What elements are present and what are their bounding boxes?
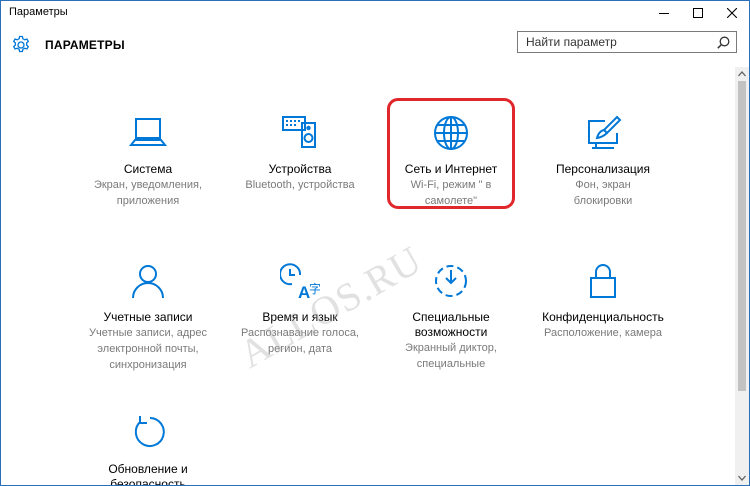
tile-desc-line: Bluetooth, устройства (245, 179, 355, 191)
search-box[interactable] (517, 31, 737, 53)
scroll-down-icon[interactable] (735, 471, 749, 485)
vertical-scrollbar[interactable] (735, 67, 749, 485)
tile-accounts[interactable]: Учетные записи Учетные записи, адрес эле… (73, 261, 223, 373)
settings-header: ПАРАМЕТРЫ (1, 25, 749, 67)
tile-desc-line: Экранный диктор, (405, 342, 497, 354)
tile-desc-line: Учетные записи, адрес (89, 327, 207, 339)
window-title: Параметры (9, 6, 68, 18)
person-icon (132, 265, 164, 299)
tile-personalization[interactable]: Персонализация Фон, экран блокировки (528, 113, 678, 209)
tile-update-security[interactable]: Обновление и безопасность (73, 413, 223, 486)
settings-grid: Система Экран, уведомления, приложения У… (1, 67, 735, 485)
tile-desc-line: Расположение, камера (544, 327, 662, 339)
close-button[interactable] (715, 1, 749, 25)
accessibility-icon (435, 265, 467, 297)
maximize-button[interactable] (681, 1, 715, 25)
gear-icon (12, 35, 30, 53)
tile-desc-line: специальные (416, 358, 486, 370)
settings-window: Параметры ПАРАМЕТРЫ Найти параметр Систе… (0, 0, 750, 486)
scroll-thumb[interactable] (738, 81, 746, 391)
keyboard-speaker-icon (282, 116, 316, 148)
tile-privacy[interactable]: Конфиденциальность Расположение, камера (528, 261, 678, 341)
tile-desc-line: синхронизация (109, 359, 187, 371)
tile-title: Система (123, 162, 173, 176)
maximize-icon (693, 8, 703, 18)
tile-title: Устройства (268, 162, 332, 176)
tile-desc-line: Экран, уведомления, (93, 179, 203, 191)
tile-title: Обновление и безопасность (108, 462, 188, 486)
search-input[interactable] (518, 32, 716, 52)
laptop-icon (128, 118, 168, 146)
tile-desc-line: Фон, экран (575, 179, 631, 191)
minimize-icon (659, 13, 669, 14)
tile-title: Специальные возможности (412, 310, 490, 339)
tile-devices[interactable]: Устройства Bluetooth, устройства (225, 113, 375, 193)
tile-title: Персонализация (555, 162, 651, 176)
tile-system[interactable]: Система Экран, уведомления, приложения (73, 113, 223, 209)
tile-desc-line: блокировки (573, 195, 633, 207)
paint-monitor-icon (588, 115, 622, 149)
scroll-up-icon[interactable] (735, 67, 749, 81)
minimize-button[interactable] (647, 1, 681, 25)
tile-desc-line: приложения (116, 195, 180, 207)
tile-title: Учетные записи (103, 310, 193, 324)
search-icon[interactable] (717, 36, 730, 49)
highlight-frame (387, 98, 515, 209)
tile-title: Конфиденциальность (542, 310, 664, 324)
title-bar[interactable]: Параметры (1, 1, 749, 25)
tile-desc-line: электронной почты, (97, 343, 199, 355)
page-title: ПАРАМЕТРЫ (45, 38, 125, 52)
lock-icon (590, 264, 616, 298)
close-icon (727, 8, 737, 18)
update-icon (134, 416, 165, 447)
